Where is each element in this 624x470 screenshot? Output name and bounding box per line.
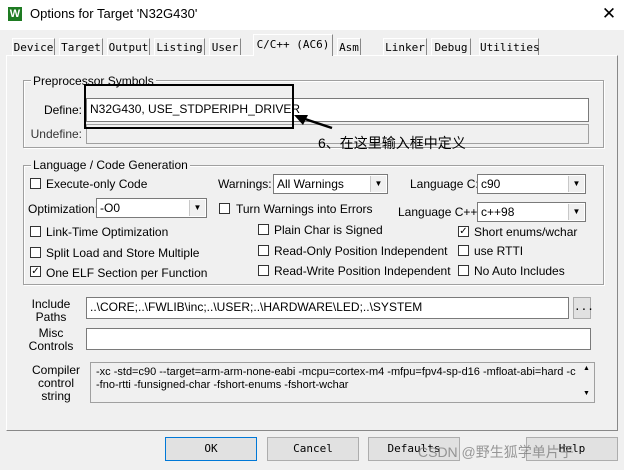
tab-device[interactable]: Device (12, 38, 55, 55)
scroll-up-icon[interactable]: ▲ (580, 364, 593, 374)
chevron-down-icon[interactable]: ▼ (370, 176, 386, 192)
plain-char-checkbox[interactable] (258, 224, 269, 235)
include-paths-label-line2: Paths (35, 310, 67, 324)
warnings-select[interactable]: All Warnings ▼ (273, 174, 388, 194)
execute-only-label: Execute-only Code (46, 177, 148, 191)
no-auto-includes-label: No Auto Includes (474, 264, 565, 278)
close-icon[interactable]: ✕ (596, 2, 622, 26)
tab-user[interactable]: User (209, 38, 241, 55)
compiler-label-line2: control (37, 376, 75, 390)
misc-controls-input[interactable] (86, 328, 591, 350)
split-load-checkbox[interactable] (30, 247, 41, 258)
turn-warnings-label: Turn Warnings into Errors (236, 202, 373, 216)
ok-button[interactable]: OK (165, 437, 257, 461)
tab-utilities[interactable]: Utilities (479, 38, 540, 55)
chevron-down-icon[interactable]: ▼ (568, 204, 584, 220)
include-paths-label-line1: Include (31, 297, 71, 311)
tab-output[interactable]: Output (107, 38, 150, 55)
language-cpp-value: c++98 (481, 205, 515, 219)
tab-linker[interactable]: Linker (383, 38, 427, 55)
window-title: Options for Target 'N32G430' (30, 6, 198, 21)
one-elf-label: One ELF Section per Function (46, 266, 208, 280)
language-cpp-label: Language C++: (398, 205, 481, 219)
one-elf-checkbox[interactable]: ✓ (30, 266, 41, 277)
annotation-text: 6、在这里输入框中定义 (318, 135, 466, 151)
turn-warnings-checkbox[interactable] (219, 203, 230, 214)
annotation-arrow-icon (294, 115, 333, 130)
tab-asm[interactable]: Asm (337, 38, 361, 55)
misc-controls-label-line1: Misc (38, 326, 64, 340)
warnings-label: Warnings: (218, 177, 272, 191)
compiler-string-line2: -fno-rtti -funsigned-char -fshort-enums … (96, 379, 349, 391)
compiler-scrollbar[interactable]: ▲ ▼ (580, 364, 593, 401)
warnings-value: All Warnings (277, 177, 344, 191)
include-paths-input[interactable]: ..\CORE;..\FWLIB\inc;..\USER;..\HARDWARE… (86, 297, 569, 319)
short-enums-checkbox[interactable]: ✓ (458, 226, 469, 237)
split-load-label: Split Load and Store Multiple (46, 246, 200, 260)
chevron-down-icon[interactable]: ▼ (568, 176, 584, 192)
undefine-label: Undefine: (30, 127, 82, 141)
scroll-down-icon[interactable]: ▼ (580, 389, 593, 399)
language-cpp-select[interactable]: c++98 ▼ (477, 202, 586, 222)
optimization-value: -O0 (100, 201, 121, 215)
compiler-string-line1: -xc -std=c90 --target=arm-arm-none-eabi … (96, 366, 576, 378)
language-c-label: Language C: (410, 177, 479, 191)
tab-listing[interactable]: Listing (154, 38, 205, 55)
link-time-label: Link-Time Optimization (46, 225, 169, 239)
execute-only-checkbox[interactable] (30, 178, 41, 189)
optimization-label: Optimization: (28, 202, 99, 216)
csdn-watermark: CSDN @野生狐学单片子 (418, 444, 574, 460)
misc-controls-label-line2: Controls (28, 339, 74, 353)
use-rtti-label: use RTTI (474, 244, 524, 258)
define-label: Define: (43, 103, 82, 117)
compiler-label-line1: Compiler (31, 363, 80, 377)
include-paths-browse-button[interactable]: ... (573, 297, 594, 319)
language-group-title: Language / Code Generation (31, 158, 190, 172)
compiler-label-line3: string (41, 389, 71, 403)
language-c-value: c90 (481, 177, 501, 191)
short-enums-label: Short enums/wchar (474, 225, 578, 239)
read-write-pi-checkbox[interactable] (258, 265, 269, 276)
keil-app-icon: W (8, 7, 22, 21)
cancel-button[interactable]: Cancel (267, 437, 359, 461)
read-only-pi-checkbox[interactable] (258, 245, 269, 256)
no-auto-includes-checkbox[interactable] (458, 265, 469, 276)
optimization-select[interactable]: -O0 ▼ (96, 198, 207, 218)
language-c-select[interactable]: c90 ▼ (477, 174, 586, 194)
read-write-pi-label: Read-Write Position Independent (274, 264, 451, 278)
plain-char-label: Plain Char is Signed (274, 223, 383, 237)
use-rtti-checkbox[interactable] (458, 245, 469, 256)
read-only-pi-label: Read-Only Position Independent (274, 244, 448, 258)
compiler-control-string[interactable]: -xc -std=c90 --target=arm-arm-none-eabi … (90, 362, 595, 403)
annotation-highlight-box (84, 84, 294, 129)
tab-target[interactable]: Target (59, 38, 103, 55)
tab-c-cpp[interactable]: C/C++ (AC6) (253, 34, 333, 56)
link-time-checkbox[interactable] (30, 226, 41, 237)
chevron-down-icon[interactable]: ▼ (189, 200, 205, 216)
tab-debug[interactable]: Debug (431, 38, 471, 55)
